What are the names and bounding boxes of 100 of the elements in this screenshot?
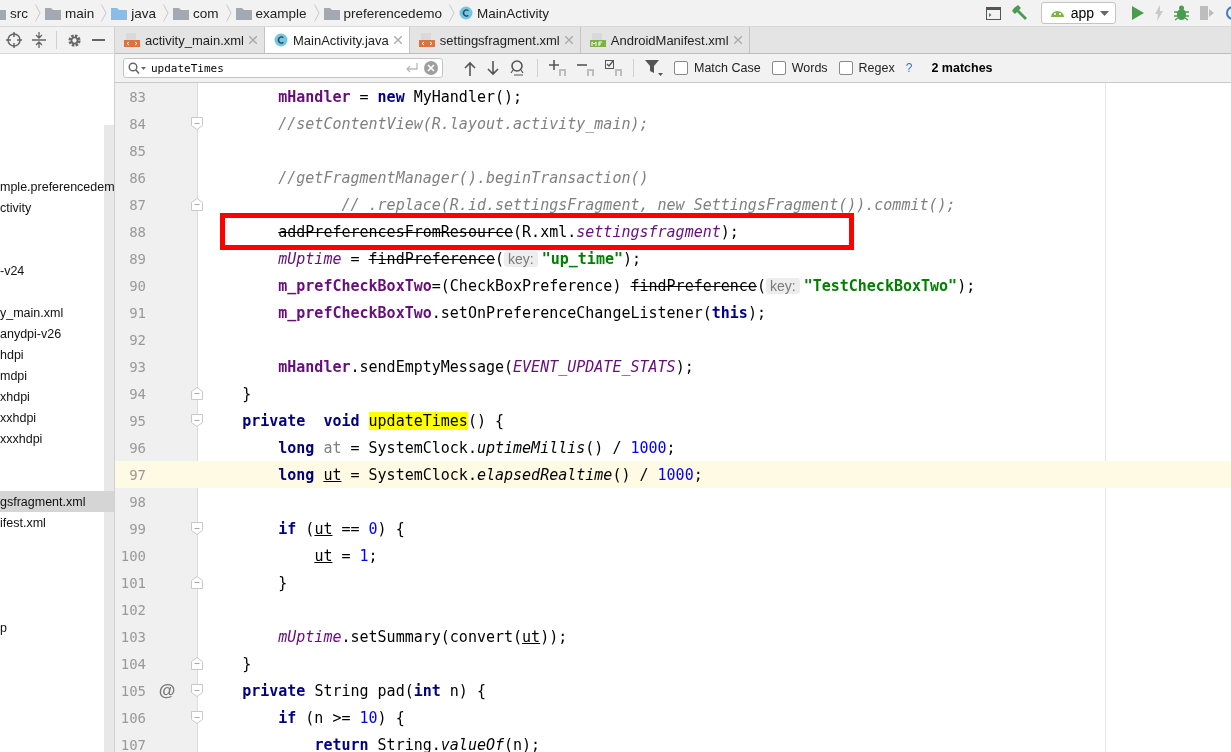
find-all-icon[interactable]: [510, 60, 526, 76]
code-line: mUptime = findPreference( key: "up_time");: [277, 249, 642, 268]
code-line: }: [241, 654, 252, 673]
chevron-icon: [225, 4, 232, 22]
code-line: m_prefCheckBoxTwo.setOnPreferenceChangeListener(this);: [277, 303, 766, 322]
bug-icon[interactable]: [1174, 5, 1189, 21]
breadcrumb-item[interactable]: main: [65, 5, 95, 21]
editor-tab[interactable]: MainActivity.java: [264, 27, 410, 53]
breadcrumb-item[interactable]: MainActivity: [476, 5, 549, 21]
close-icon[interactable]: [733, 36, 742, 44]
fold-start-icon[interactable]: [191, 684, 203, 697]
line-number: 86: [128, 169, 146, 186]
editor-tab[interactable]: settingsfragment.xml: [409, 27, 581, 53]
tree-item[interactable]: mple.preferencedem: [0, 179, 115, 194]
collapse-icon[interactable]: [32, 32, 46, 48]
breadcrumb-item[interactable]: java: [131, 5, 157, 21]
xml-file-icon: [124, 33, 140, 47]
search-icon: [128, 62, 146, 74]
code-line: }: [241, 384, 252, 403]
code-line: //setContentView(R.layout.activity_main);: [277, 114, 649, 133]
filter-icon[interactable]: [645, 59, 663, 77]
device-icon[interactable]: [1199, 5, 1215, 21]
line-number: 89: [128, 250, 146, 267]
run-config-dropdown[interactable]: app: [1040, 2, 1116, 24]
code-line: private String pad(int n) {: [241, 681, 486, 700]
line-number: 88: [128, 223, 146, 240]
fold-start-icon[interactable]: [191, 117, 203, 130]
tree-item[interactable]: xxhdpi: [0, 410, 37, 425]
line-number: 91: [128, 304, 146, 321]
folder-icon: [235, 6, 252, 20]
locate-icon[interactable]: [6, 32, 22, 48]
match-count: 2 matches: [931, 61, 993, 75]
breadcrumb-item[interactable]: src: [10, 5, 28, 21]
line-number: 103: [119, 628, 146, 645]
chevron-icon: [448, 4, 455, 22]
fold-end-icon[interactable]: [191, 576, 203, 589]
code-line: mHandler.sendEmptyMessage(EVENT_UPDATE_STATS);: [277, 357, 694, 376]
tree-item[interactable]: anydpi-v26: [0, 326, 62, 341]
override-marker[interactable]: @: [158, 680, 176, 700]
settings-icon[interactable]: [67, 32, 82, 48]
fold-start-icon[interactable]: [191, 711, 203, 724]
code-line: ut = 1;: [313, 546, 378, 565]
line-number: 104: [119, 655, 146, 672]
breadcrumb-item[interactable]: preferencedemo: [343, 5, 442, 21]
clear-icon[interactable]: [424, 61, 438, 75]
hammer-icon[interactable]: [1010, 4, 1029, 22]
code-line: if (n >= 10) {: [277, 708, 405, 727]
editor-tab[interactable]: activity_main.xml: [115, 27, 265, 53]
close-icon[interactable]: [248, 36, 257, 44]
close-icon[interactable]: [564, 36, 573, 44]
checkbox-label[interactable]: Words: [791, 61, 828, 75]
tree-item[interactable]: xxxhdpi: [0, 431, 43, 446]
code-line: mUptime.setSummary(convert(ut));: [277, 627, 568, 646]
checkbox-label[interactable]: Match Case: [694, 61, 761, 75]
line-number: 99: [128, 520, 146, 537]
search-field[interactable]: updateTimes: [123, 58, 443, 78]
help-link[interactable]: ?: [905, 61, 913, 75]
line-number: 107: [119, 736, 146, 752]
arrow-up-icon[interactable]: [464, 60, 476, 76]
code-line: m_prefCheckBoxTwo=(CheckBoxPreference) findPreference( key: "TestCheckBoxTwo");: [277, 276, 976, 295]
close-icon[interactable]: [393, 36, 402, 44]
select-all-occurrences-icon[interactable]: [605, 60, 622, 76]
terminal-icon[interactable]: [985, 6, 1001, 20]
line-number: 85: [128, 142, 146, 159]
code-line: // .replace(R.id.settingsFragment, new SettingsFragment()).commit();: [340, 195, 956, 214]
code-line: long ut = SystemClock.elapsedRealtime() / 1000;: [277, 465, 703, 484]
tree-item[interactable]: p: [0, 620, 7, 635]
fold-start-icon[interactable]: [191, 522, 203, 535]
tree-item[interactable]: ifest.xml: [0, 515, 46, 530]
checkbox-label[interactable]: Regex: [858, 61, 895, 75]
code-line: }: [277, 573, 288, 592]
editor-tab[interactable]: AndroidManifest.xml: [580, 27, 750, 53]
arrow-down-icon[interactable]: [487, 60, 499, 76]
code-line: mHandler = new MyHandler();: [277, 87, 523, 106]
fold-end-icon[interactable]: [191, 387, 203, 400]
tree-item[interactable]: xhdpi: [0, 389, 30, 404]
tree-item[interactable]: mdpi: [0, 368, 28, 383]
tree-item[interactable]: ctivity: [0, 200, 32, 215]
sync-icon[interactable]: [1225, 5, 1231, 21]
checkbox[interactable]: [674, 61, 688, 75]
breadcrumb-item[interactable]: example: [255, 5, 307, 21]
line-number: 106: [119, 709, 146, 726]
fold-end-icon[interactable]: [191, 657, 203, 670]
line-number: 95: [128, 412, 146, 429]
caret-icon: [1100, 10, 1109, 16]
folder-icon: [173, 6, 190, 20]
chevron-icon: [101, 4, 108, 22]
breadcrumb-item[interactable]: com: [193, 5, 219, 21]
checkbox[interactable]: [838, 61, 853, 75]
run-icon[interactable]: [1132, 6, 1144, 20]
fold-end-icon[interactable]: [191, 198, 203, 211]
folder-icon: [323, 6, 340, 20]
minimize-icon[interactable]: [92, 38, 105, 42]
tree-item[interactable]: y_main.xml: [0, 305, 64, 320]
tree-item[interactable]: hdpi: [0, 347, 24, 362]
code-line: long at = SystemClock.uptimeMillis() / 1000;: [277, 438, 676, 457]
fold-start-icon[interactable]: [191, 414, 203, 427]
tree-item[interactable]: -v24: [0, 263, 25, 278]
add-occurrence-icon[interactable]: [549, 60, 566, 76]
checkbox[interactable]: [771, 61, 786, 75]
